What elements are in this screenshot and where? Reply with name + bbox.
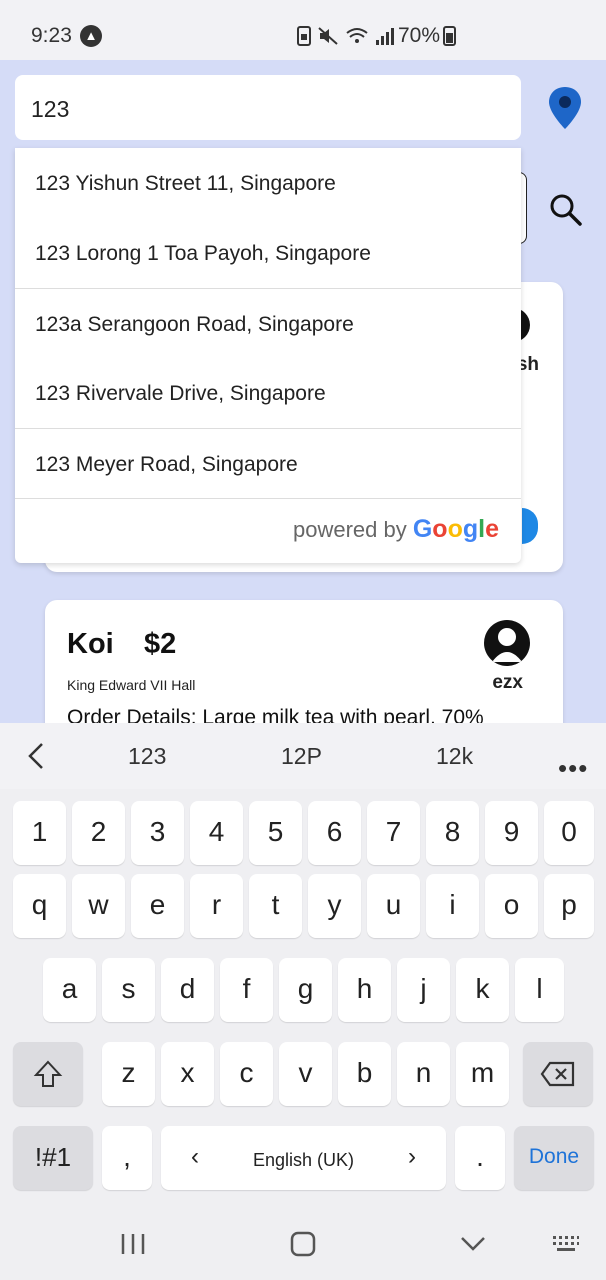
key-7[interactable]: 7: [367, 801, 420, 865]
sim-icon: [297, 26, 311, 46]
key-9[interactable]: 9: [485, 801, 538, 865]
key-8[interactable]: 8: [426, 801, 479, 865]
order-price: $2: [144, 628, 177, 660]
key-l[interactable]: l: [515, 958, 564, 1022]
key-h[interactable]: h: [338, 958, 391, 1022]
key-4[interactable]: 4: [190, 801, 243, 865]
navigation-bar: [0, 1206, 606, 1280]
suggestion-item[interactable]: 123a Serangoon Road, Singapore: [15, 288, 521, 358]
keyboard-icon[interactable]: [552, 1235, 580, 1253]
status-bar: 9:23 ▲ 70%: [0, 0, 606, 60]
shift-icon: [33, 1060, 63, 1087]
address-search-input[interactable]: 123: [15, 75, 521, 140]
key-i[interactable]: i: [426, 874, 479, 938]
google-logo: Google: [412, 515, 499, 543]
mute-icon: [318, 27, 338, 45]
avatar: [484, 620, 530, 666]
key-t[interactable]: t: [249, 874, 302, 938]
key-x[interactable]: x: [161, 1042, 214, 1106]
status-icons: [297, 24, 395, 48]
keyboard-suggestion[interactable]: 12P: [281, 743, 322, 770]
more-options-icon[interactable]: •••: [558, 753, 588, 784]
key-p[interactable]: p: [544, 874, 594, 938]
search-input-text: 123: [31, 96, 70, 122]
order-location: King Edward VII Hall: [67, 677, 196, 693]
backspace-key[interactable]: [523, 1042, 593, 1106]
space-key[interactable]: ‹ English (UK) ›: [161, 1126, 446, 1190]
wifi-icon: [346, 28, 368, 43]
battery-percent: 70%: [398, 24, 441, 47]
key-g[interactable]: g: [279, 958, 332, 1022]
done-key[interactable]: Done: [514, 1126, 594, 1190]
key-f[interactable]: f: [220, 958, 273, 1022]
search-icon[interactable]: [546, 190, 586, 230]
keyboard-suggestion[interactable]: 123: [128, 743, 166, 770]
key-0[interactable]: 0: [544, 801, 594, 865]
key-u[interactable]: u: [367, 874, 420, 938]
key-3[interactable]: 3: [131, 801, 184, 865]
key-c[interactable]: c: [220, 1042, 273, 1106]
next-button[interactable]: [522, 508, 538, 544]
home-icon[interactable]: [290, 1231, 316, 1257]
order-title: Koi: [67, 628, 114, 660]
signal-icon: [376, 28, 394, 45]
suggestion-item[interactable]: 123 Yishun Street 11, Singapore: [15, 148, 521, 218]
key-s[interactable]: s: [102, 958, 155, 1022]
map-pin-icon[interactable]: [546, 85, 584, 131]
key-m[interactable]: m: [456, 1042, 509, 1106]
key-n[interactable]: n: [397, 1042, 450, 1106]
shift-key[interactable]: [13, 1042, 83, 1106]
key-o[interactable]: o: [485, 874, 538, 938]
comma-key[interactable]: ,: [102, 1126, 152, 1190]
powered-by-google: powered by Google: [292, 515, 499, 543]
autocomplete-dropdown: 123 Yishun Street 11, Singapore 123 Loro…: [15, 148, 521, 563]
backspace-icon: [540, 1061, 575, 1087]
period-key[interactable]: .: [455, 1126, 505, 1190]
chevron-down-icon[interactable]: [460, 1236, 486, 1252]
language-prev: ‹: [191, 1143, 199, 1170]
key-j[interactable]: j: [397, 958, 450, 1022]
key-b[interactable]: b: [338, 1042, 391, 1106]
suggestion-item[interactable]: 123 Lorong 1 Toa Payoh, Singapore: [15, 218, 521, 288]
chevron-left-icon[interactable]: [24, 741, 48, 771]
key-k[interactable]: k: [456, 958, 509, 1022]
keyboard-suggestion-bar: 123 12P 12k •••: [0, 723, 606, 789]
battery-icon: [443, 26, 456, 46]
key-6[interactable]: 6: [308, 801, 361, 865]
symbols-key[interactable]: !#1: [13, 1126, 93, 1190]
language-label: English (UK): [252, 1150, 355, 1170]
recent-apps-icon[interactable]: [120, 1232, 146, 1256]
key-d[interactable]: d: [161, 958, 214, 1022]
language-next: ›: [408, 1143, 416, 1170]
key-v[interactable]: v: [279, 1042, 332, 1106]
key-r[interactable]: r: [190, 874, 243, 938]
key-2[interactable]: 2: [72, 801, 125, 865]
keyboard: 123 12P 12k ••• 1 2 3 4 5 6 7 8 9 0 q w …: [0, 723, 606, 1280]
order-username: ezx: [492, 672, 523, 693]
notification-icon: ▲: [80, 25, 102, 47]
key-q[interactable]: q: [13, 874, 66, 938]
key-e[interactable]: e: [131, 874, 184, 938]
suggestion-item[interactable]: 123 Meyer Road, Singapore: [15, 428, 521, 498]
key-z[interactable]: z: [102, 1042, 155, 1106]
suggestion-item[interactable]: 123 Rivervale Drive, Singapore: [15, 358, 521, 428]
keyboard-suggestion[interactable]: 12k: [436, 743, 473, 770]
status-time: 9:23: [31, 24, 72, 47]
key-y[interactable]: y: [308, 874, 361, 938]
key-a[interactable]: a: [43, 958, 96, 1022]
key-5[interactable]: 5: [249, 801, 302, 865]
key-w[interactable]: w: [72, 874, 125, 938]
key-1[interactable]: 1: [13, 801, 66, 865]
